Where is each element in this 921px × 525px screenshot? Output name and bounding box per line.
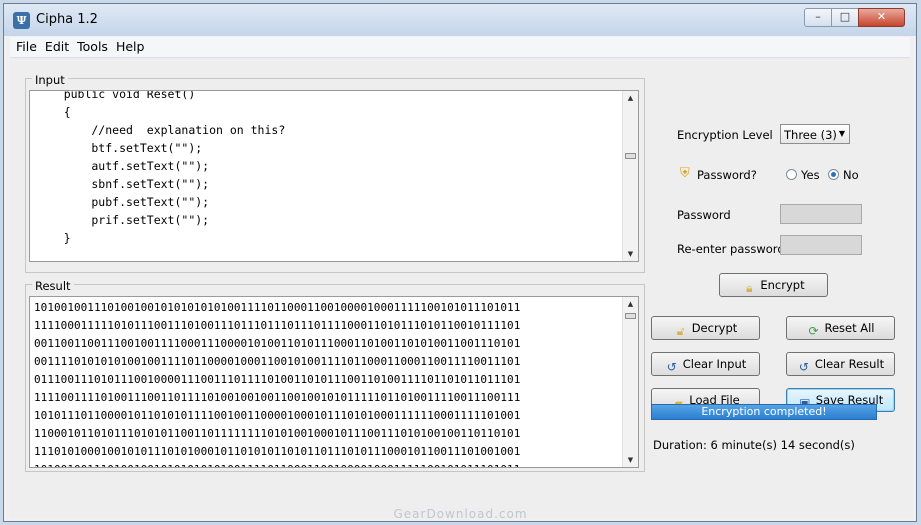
result-line: 1010010011101001001010101010100111101100… [34,463,520,467]
undo-icon: ↺ [798,360,809,374]
menu-edit[interactable]: Edit [41,37,73,54]
scroll-up-arrow-icon[interactable]: ▲ [623,297,638,311]
result-line: 1110101000100101011101010001011010101101… [34,445,521,458]
result-textarea[interactable]: 1010010011101001001010101010100111101100… [29,296,639,468]
close-button[interactable]: ✕ [858,8,905,27]
result-scroll-thumb[interactable] [625,313,636,319]
undo-icon: ↺ [666,360,677,374]
window-title: Cipha 1.2 [36,12,98,27]
encrypt-button-label: Encrypt [760,278,805,292]
result-line: 1010010011101001001010101010100111101100… [34,301,521,314]
input-scroll-thumb[interactable] [625,153,636,159]
input-line: } [36,231,71,245]
chevron-down-icon: ▼ [838,129,845,138]
input-line: autf.setText(""); [36,159,210,173]
input-line: prif.setText(""); [36,213,210,227]
watermark-text: GearDownload.com [393,507,528,521]
duration-text: Duration: 6 minute(s) 14 second(s) [653,438,855,452]
scroll-up-arrow-icon[interactable]: ▲ [623,91,638,105]
result-line: 1111001111010011100110111101001001001100… [34,391,521,404]
result-line: 0011110101010100100111101100001000110010… [34,355,521,368]
clear-input-button-label: Clear Input [682,357,747,371]
input-line: btf.setText(""); [36,141,203,155]
reset-all-button[interactable]: ⟳ Reset All [786,316,895,340]
progress-bar: Encryption completed! [651,404,877,420]
scroll-down-arrow-icon[interactable]: ▼ [623,247,638,261]
reenter-password-label: Re-enter password [677,242,785,256]
menu-bar: File Edit Tools Help [10,37,910,58]
encryption-level-label: Encryption Level [677,128,773,142]
app-icon: Ψ [13,12,30,29]
shield-icon: ⛨ [680,166,690,181]
maximize-button[interactable]: □ [831,8,859,27]
result-line: 0011001100111001001111000111000010100110… [34,337,521,350]
lock-icon: 🔒︎ [746,281,753,295]
password-field[interactable] [780,204,862,224]
password-label: Password [677,208,731,222]
encryption-level-select[interactable]: Three (3) ▼ [780,124,850,144]
encryption-level-value: Three (3) [784,128,837,142]
menu-tools[interactable]: Tools [73,37,112,54]
input-line: sbnf.setText(""); [36,177,210,191]
menu-help[interactable]: Help [112,37,149,54]
refresh-icon: ⟳ [808,324,819,338]
input-line: pubf.setText(""); [36,195,210,209]
menu-file[interactable]: File [10,37,41,54]
reenter-password-field[interactable] [780,235,862,255]
title-bar[interactable]: Ψ Cipha 1.2 – □ ✕ [4,4,916,36]
minimize-button[interactable]: – [804,8,832,27]
progress-text: Encryption completed! [701,405,827,418]
result-line: 1111000111110101110011101001110111011101… [34,319,521,332]
decrypt-button[interactable]: 🔓︎ Decrypt [651,316,760,340]
reset-all-button-label: Reset All [824,321,875,335]
input-line: public void Reset() [36,90,196,101]
app-window: Ψ Cipha 1.2 – □ ✕ File Edit Tools Help Inpu… [3,3,917,522]
scroll-down-arrow-icon[interactable]: ▼ [623,453,638,467]
result-line: 0111001110101110010000111001110111101001… [34,373,521,386]
password-no-label: No [843,168,859,182]
input-scrollbar[interactable]: ▲ ▼ [622,91,638,261]
result-line: 1100010110101110101011001101111111101010… [34,427,521,440]
input-line: { [36,105,71,119]
input-textarea[interactable]: public void Reset() { //need explanation… [29,90,639,262]
input-label: Input [32,73,68,87]
clear-result-button-label: Clear Result [814,357,885,371]
unlock-icon: 🔓︎ [676,324,685,338]
clear-result-button[interactable]: ↺ Clear Result [786,352,895,376]
decrypt-button-label: Decrypt [691,321,738,335]
password-prompt-label: Password? [697,168,757,182]
main-panel: Input public void Reset() { //need expla… [10,58,912,518]
password-yes-label: Yes [801,168,820,182]
password-yes-radio[interactable] [786,169,797,180]
clear-input-button[interactable]: ↺ Clear Input [651,352,760,376]
result-scrollbar[interactable]: ▲ ▼ [622,297,638,467]
encrypt-button[interactable]: 🔒︎ Encrypt [719,273,828,297]
input-line: //need explanation on this? [36,123,286,137]
result-line: 1010111011000010110101011110010011000010… [34,409,521,422]
password-no-radio[interactable] [828,169,839,180]
result-label: Result [32,279,74,293]
